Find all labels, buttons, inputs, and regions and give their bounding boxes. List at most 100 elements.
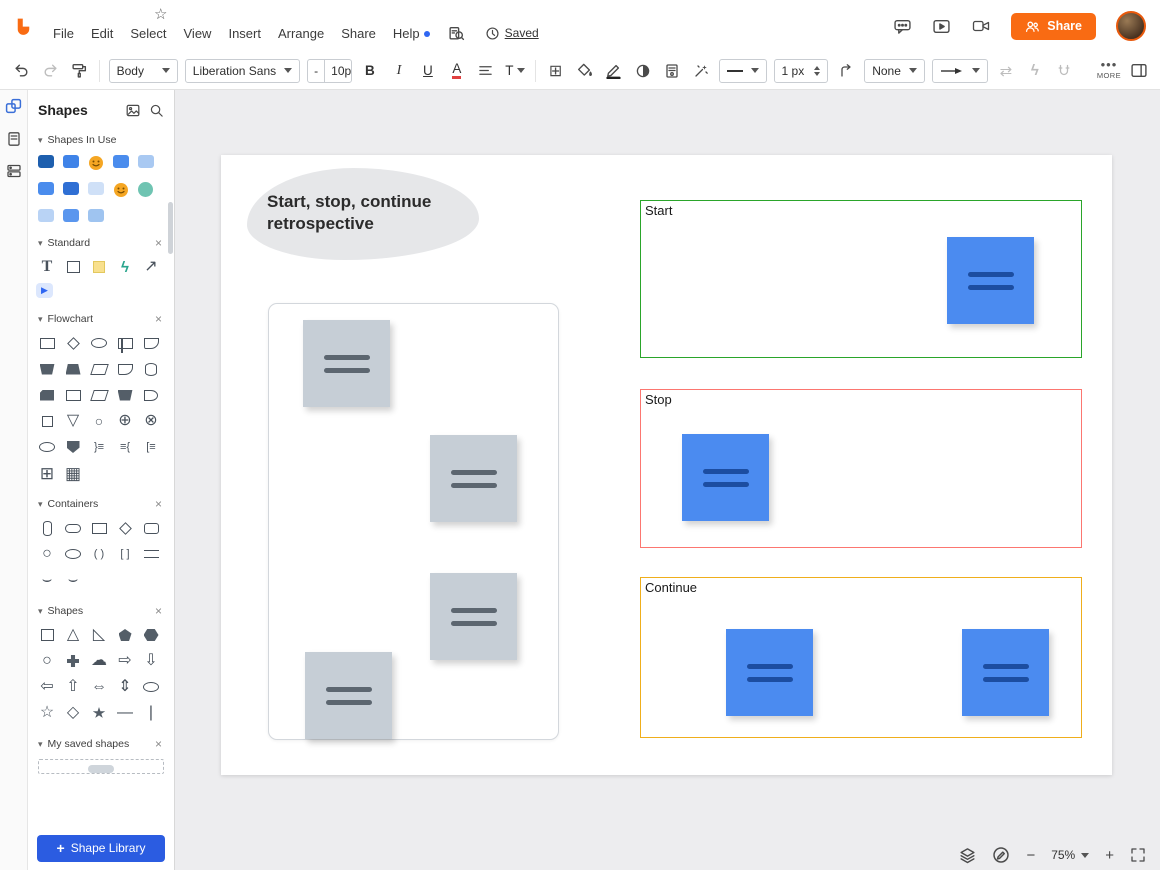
horizontal-line-icon[interactable]: — (114, 703, 136, 723)
bevel-rect-icon[interactable] (62, 385, 84, 405)
text-icon[interactable]: T (36, 257, 58, 277)
panel-toggle-icon[interactable] (1128, 59, 1150, 83)
menu-help[interactable]: Help (393, 24, 430, 43)
layers-icon[interactable] (959, 847, 976, 864)
arrow-ne-icon[interactable]: ↗ (140, 257, 162, 277)
menu-view[interactable]: View (184, 24, 212, 43)
gray-sticky-note[interactable] (430, 435, 517, 522)
section-caret-icon[interactable]: ▾ (38, 499, 43, 510)
menu-file[interactable]: File (53, 24, 74, 43)
vertical-container-icon[interactable] (36, 518, 58, 538)
gray-sticky-note[interactable] (303, 320, 390, 407)
line-color-icon[interactable] (603, 59, 625, 83)
arc-container-2-icon[interactable]: ⌣ (62, 570, 84, 590)
decision-icon[interactable] (62, 333, 84, 353)
blue-sticky-note[interactable] (962, 629, 1049, 716)
oval-container-icon[interactable] (62, 544, 84, 564)
star-icon[interactable]: ☆ (36, 703, 58, 723)
zoom-in-button[interactable]: + (1105, 847, 1114, 864)
sticky-note-icon[interactable] (88, 257, 110, 277)
circle-container-icon[interactable]: ○ (36, 544, 58, 564)
rounded-shape-chip[interactable] (88, 209, 104, 222)
swimlane-container-icon[interactable] (140, 544, 162, 564)
rounded-shape-chip[interactable] (138, 155, 154, 168)
inverted-trapezoid-icon[interactable] (114, 385, 136, 405)
more-button[interactable]: ••• MORE (1097, 61, 1121, 80)
bracket-note-icon[interactable]: [≡ (140, 437, 162, 457)
lucid-logo-icon[interactable] (13, 15, 35, 37)
circle-icon[interactable]: ○ (36, 651, 58, 671)
close-section-icon[interactable]: × (153, 312, 164, 326)
video-icon[interactable] (971, 18, 991, 34)
predefined-process-icon[interactable] (114, 333, 136, 353)
summing-junction-icon[interactable]: ⊗ (140, 411, 162, 431)
starburst-icon[interactable] (88, 703, 110, 723)
table-icon[interactable]: ⊞ (36, 463, 58, 483)
ellipse-icon[interactable] (140, 677, 162, 697)
close-section-icon[interactable]: × (153, 604, 164, 618)
close-section-icon[interactable]: × (153, 737, 164, 751)
close-section-icon[interactable]: × (153, 236, 164, 250)
text-options-button[interactable]: T (504, 59, 526, 83)
canvas[interactable]: Start, stop, continue retrospective Star… (175, 90, 1160, 870)
share-button[interactable]: Share (1011, 13, 1096, 40)
magnetize-icon[interactable] (1053, 59, 1075, 83)
line-width-stepper[interactable]: 1 px (774, 59, 829, 83)
curved-trapezoid-icon[interactable] (114, 359, 136, 379)
card-icon[interactable] (36, 385, 58, 405)
font-dropdown[interactable]: Liberation Sans (185, 59, 300, 83)
zoom-level-dropdown[interactable]: 75% (1051, 848, 1089, 862)
line-style-dropdown[interactable] (719, 59, 767, 83)
section-caret-icon[interactable]: ▾ (38, 135, 43, 146)
text-style-dropdown[interactable]: Body (109, 59, 178, 83)
notes-icon[interactable] (661, 59, 683, 83)
rounded-shape-chip[interactable] (63, 182, 79, 195)
gray-sticky-note[interactable] (430, 573, 517, 660)
menu-edit[interactable]: Edit (91, 24, 113, 43)
redo-button[interactable] (39, 59, 61, 83)
vertical-line-icon[interactable]: | (140, 703, 162, 723)
diamond-icon[interactable]: ◇ (62, 703, 84, 723)
parenthesis-container-icon[interactable]: ( ) (88, 544, 110, 564)
section-caret-icon[interactable]: ▾ (38, 739, 43, 750)
terminator-icon[interactable] (88, 333, 110, 353)
rectangle-icon[interactable] (62, 257, 84, 277)
line-shape-icon[interactable] (835, 59, 857, 83)
image-icon[interactable] (125, 103, 141, 118)
snap-grid-icon[interactable]: ⊞ (545, 59, 567, 83)
cloud-icon[interactable]: ☁ (88, 651, 110, 671)
brace-left-icon[interactable]: ≡{ (114, 437, 136, 457)
pentagon-icon[interactable] (114, 625, 136, 645)
menu-share[interactable]: Share (341, 24, 376, 43)
d-shape-icon[interactable] (140, 385, 162, 405)
arrow-up-icon[interactable]: ⇧ (62, 677, 84, 697)
arc-container-icon[interactable]: ⌣ (36, 570, 58, 590)
flag-icon[interactable] (88, 385, 110, 405)
parallelogram-icon[interactable] (88, 359, 110, 379)
section-caret-icon[interactable]: ▾ (38, 238, 43, 249)
lightning-icon[interactable]: ϟ (114, 257, 136, 277)
text-align-button[interactable] (475, 59, 497, 83)
emoji-shape-chip[interactable] (88, 155, 104, 171)
menu-arrange[interactable]: Arrange (278, 24, 324, 43)
fill-color-icon[interactable] (574, 59, 596, 83)
present-icon[interactable] (932, 18, 951, 35)
rounded-container-icon[interactable] (140, 518, 162, 538)
section-caret-icon[interactable]: ▾ (38, 606, 43, 617)
process-icon[interactable] (36, 333, 58, 353)
bold-button[interactable]: B (359, 59, 381, 83)
saved-status[interactable]: Saved (485, 26, 539, 41)
inverted-triangle-icon[interactable]: ▽ (62, 411, 84, 431)
text-color-button[interactable]: A (446, 59, 468, 83)
format-painter-icon[interactable] (68, 59, 90, 83)
opacity-icon[interactable] (632, 59, 654, 83)
circle-shape-chip[interactable] (138, 182, 153, 197)
rounded-shape-chip[interactable] (113, 155, 129, 168)
menu-insert[interactable]: Insert (228, 24, 261, 43)
close-section-icon[interactable]: × (153, 497, 164, 511)
annotation-pen-icon[interactable] (992, 846, 1010, 864)
search-icon[interactable] (149, 103, 164, 118)
rounded-shape-chip[interactable] (88, 182, 104, 195)
cross-icon[interactable] (62, 651, 84, 671)
rounded-shape-chip[interactable] (38, 182, 54, 195)
